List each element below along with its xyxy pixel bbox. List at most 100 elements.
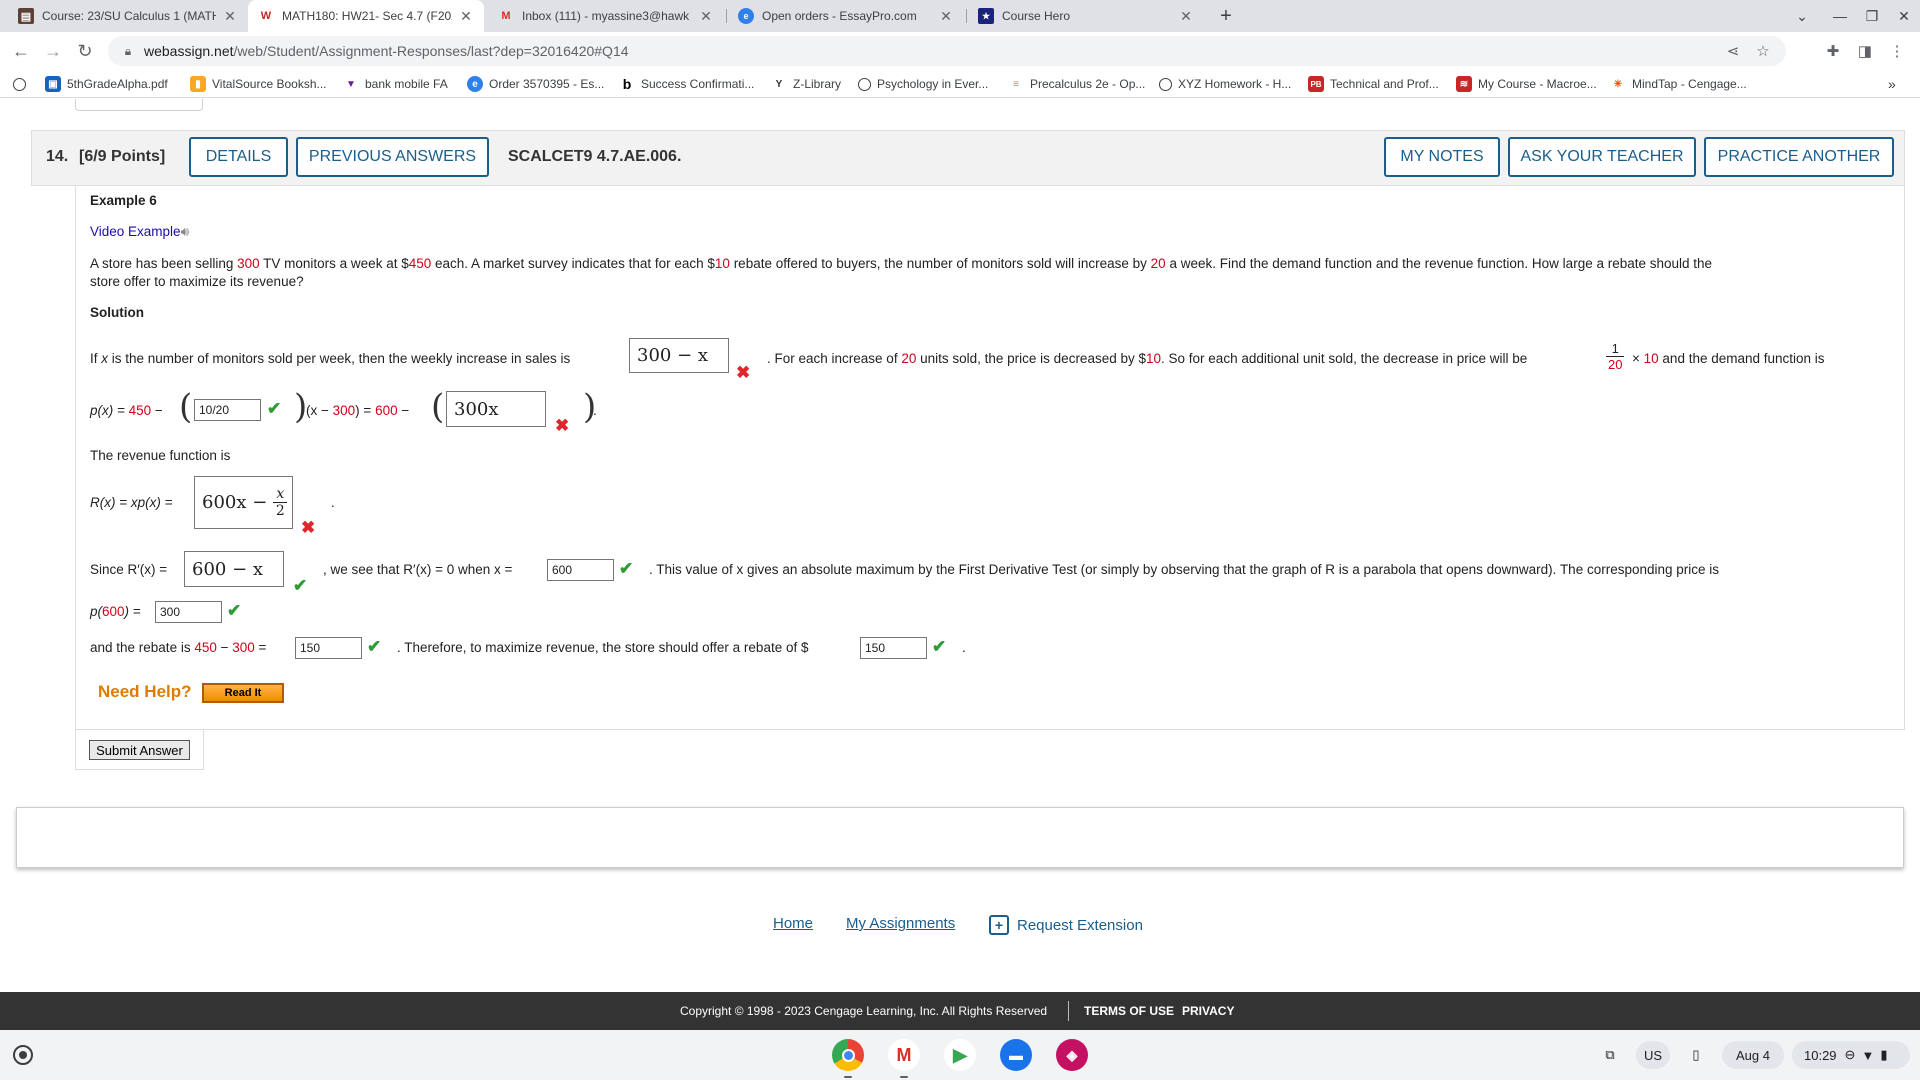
openstax-icon: ≡ [1013,78,1019,90]
bookmark-technical-prof[interactable]: PB Technical and Prof... [1308,75,1439,93]
minimize-icon[interactable]: — [1824,0,1856,32]
rebate-amount-input[interactable]: 150 [860,637,927,659]
bookmark-my-course[interactable]: ≋ My Course - Macroe... [1456,75,1597,93]
tab-essaypro[interactable]: e Open orders - EssayPro.com ✕ [728,0,964,32]
gmail-icon[interactable]: M [888,1039,920,1071]
practice-another-button[interactable]: PRACTICE ANOTHER [1704,137,1894,177]
more-bookmarks-chevron-icon[interactable]: » [1888,75,1896,93]
submit-answer-button[interactable]: Submit Answer [89,740,190,760]
speaker-icon: 🔊︎ [180,224,190,239]
request-extension-link[interactable]: + Request Extension [989,915,1143,935]
close-icon[interactable]: ✕ [698,8,714,25]
bookmark-mindtap[interactable]: ✳ MindTap - Cengage... [1610,75,1747,93]
solution-line-1-end: × 10 and the demand function is [1632,351,1825,366]
bookmark-5thgradealpha[interactable]: ▣ 5thGradeAlpha.pdf [45,75,168,93]
demand-function-answer-box[interactable]: 300x [446,391,546,427]
running-indicator [844,1076,852,1078]
correct-check-icon: ✔ [293,576,308,595]
bookmark-precalculus[interactable]: ≡ Precalculus 2e - Op... [1008,75,1145,93]
bookmark-zlibrary[interactable]: Y Z-Library [771,75,841,93]
demand-function-lhs: p(x) = 450 − [90,403,163,418]
revenue-function-answer-box[interactable]: 600x − x 2 [194,476,293,529]
correct-check-icon: ✔ [367,637,382,656]
apps-globe-icon[interactable] [13,75,32,93]
coursehero-icon: ★ [978,8,994,24]
details-button[interactable]: DETAILS [189,137,288,177]
input-method-indicator[interactable]: US [1636,1041,1670,1069]
price-at-max-input[interactable]: 300 [155,601,222,623]
tote-icon[interactable]: ⧉ [1596,1041,1624,1069]
tab-calculus-course[interactable]: ▤ Course: 23/SU Calculus 1 (MATH ✕ [8,0,248,32]
period: . [962,640,966,655]
do-not-disturb-icon: ⊖ [1844,1047,1856,1062]
screencast-icon[interactable]: ◈ [1056,1039,1088,1071]
rebate-calc-input[interactable]: 150 [295,637,362,659]
tab-title: MATH180: HW21- Sec 4.7 (F202 [282,9,452,23]
bookmark-psychology[interactable]: Psychology in Ever... [858,75,988,93]
video-example-link[interactable]: Video Example🔊︎ [90,224,189,240]
files-icon[interactable]: ▬ [1000,1039,1032,1071]
period: . [331,495,335,510]
critical-point-input[interactable]: 600 [547,559,614,581]
privacy-link[interactable]: PRIVACY [1182,1004,1234,1018]
browser-toolbar: ← → ↻ 🔒︎ webassign.net/web/Student/Assig… [0,32,1920,70]
bookmarks-bar: ▣ 5thGradeAlpha.pdf ▮ VitalSource Booksh..… [0,70,1920,98]
tab-search-chevron-icon[interactable]: ⌄ [1786,0,1818,32]
example-title: Example 6 [90,193,157,208]
bookmark-order-essaypro[interactable]: e Order 3570395 - Es... [467,75,604,93]
problem-statement-line2: store offer to maximize its revenue? [90,274,304,289]
lock-icon[interactable]: 🔒︎ [120,44,136,59]
bookmark-star-icon[interactable]: ☆ [1750,38,1776,64]
mylab-icon: ≋ [1456,76,1472,92]
home-link[interactable]: Home [773,915,813,932]
price-decrease-input[interactable]: 10/20 [194,399,261,421]
read-it-button[interactable]: Read It [202,683,284,703]
terms-of-use-link[interactable]: TERMS OF USE [1084,1004,1174,1018]
close-icon[interactable]: ✕ [222,8,238,25]
reload-icon[interactable]: ↻ [72,38,98,64]
address-bar[interactable]: 🔒︎ webassign.net/web/Student/Assignment-… [108,36,1786,66]
bookmark-success-confirmation[interactable]: b Success Confirmati... [619,75,755,93]
correct-check-icon: ✔ [227,601,242,620]
weekly-increase-answer-box[interactable]: 300 − x [629,338,729,373]
kebab-menu-icon[interactable]: ⋮ [1884,38,1910,64]
tab-webassign[interactable]: W MATH180: HW21- Sec 4.7 (F202 ✕ [248,0,484,32]
new-tab-plus-icon[interactable]: + [1213,3,1239,29]
close-icon[interactable]: ✕ [938,8,954,25]
forward-arrow-icon[interactable]: → [40,38,66,64]
restore-icon[interactable]: ❐ [1856,0,1888,32]
problem-statement: A store has been selling 300 TV monitors… [90,256,1713,271]
my-assignments-link[interactable]: My Assignments [846,915,955,932]
correct-check-icon: ✔ [619,559,634,578]
share-icon[interactable]: ⋖ [1720,38,1746,64]
phone-hub-icon[interactable]: ▯ [1682,1041,1710,1069]
close-icon[interactable]: ✕ [458,8,474,25]
side-panel-icon[interactable]: ◨ [1852,38,1878,64]
tab-separator [966,9,967,23]
date-indicator[interactable]: Aug 4 [1722,1041,1784,1069]
chrome-icon[interactable] [832,1039,864,1071]
tab-title: Inbox (111) - myassine3@hawk [522,9,690,23]
incorrect-x-icon: ✖ [736,363,751,382]
solution-title: Solution [90,305,144,320]
bookmark-vitalsource[interactable]: ▮ VitalSource Booksh... [190,75,327,93]
tab-title: Course: 23/SU Calculus 1 (MATH [42,9,216,23]
back-arrow-icon[interactable]: ← [8,38,34,64]
close-window-icon[interactable]: ✕ [1888,0,1920,32]
derivative-answer-box[interactable]: 600 − x [184,551,284,587]
previous-answers-button[interactable]: PREVIOUS ANSWERS [296,137,489,177]
bookmark-xyz-homework[interactable]: XYZ Homework - H... [1159,75,1291,93]
play-store-icon[interactable]: ▶ [944,1039,976,1071]
tab-course-hero[interactable]: ★ Course Hero ✕ [968,0,1204,32]
derivative-lhs: Since R′(x) = [90,562,168,577]
ask-your-teacher-button[interactable]: ASK YOUR TEACHER [1508,137,1696,177]
extensions-puzzle-icon[interactable]: ✚ [1820,38,1846,64]
tab-title: Open orders - EssayPro.com [762,9,917,23]
my-notes-button[interactable]: MY NOTES [1384,137,1500,177]
tab-gmail-inbox[interactable]: M Inbox (111) - myassine3@hawk ✕ [488,0,724,32]
launcher-icon[interactable] [13,1045,33,1065]
status-area[interactable]: 10:29 ⊖ ▼ ▮ [1792,1041,1910,1069]
bookmark-bank-mobile[interactable]: ▼ bank mobile FA [343,75,448,93]
close-icon[interactable]: ✕ [1178,8,1194,25]
copyright-text: Copyright © 1998 - 2023 Cengage Learning… [680,1004,1048,1018]
